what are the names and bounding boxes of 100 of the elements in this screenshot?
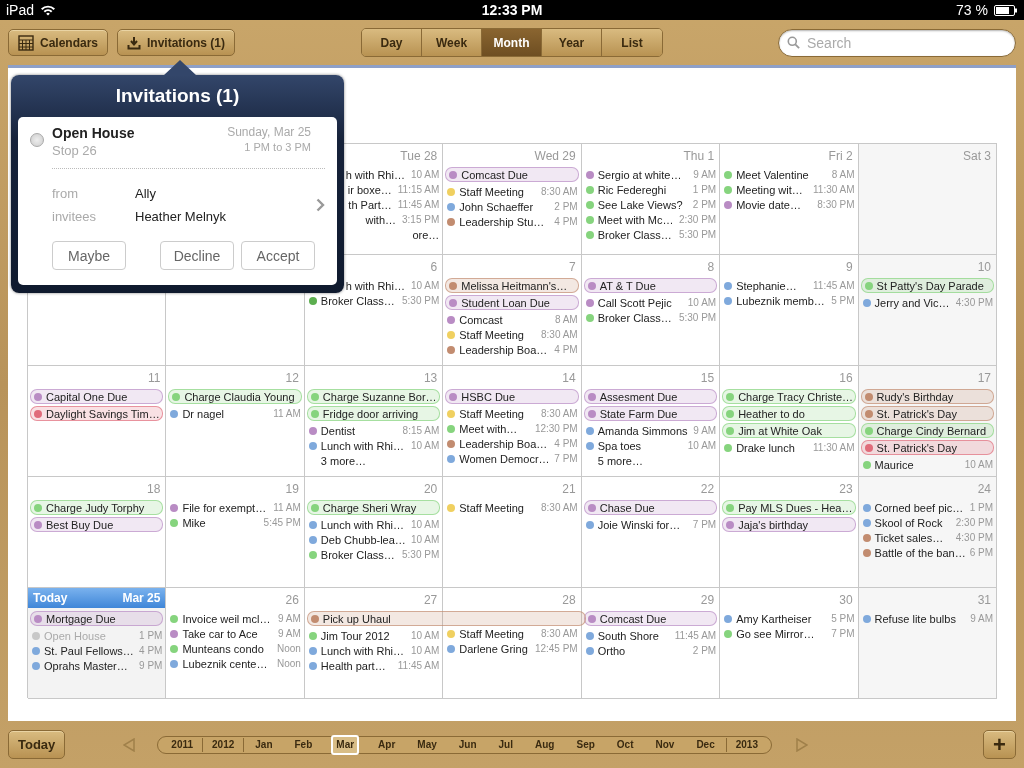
all-day-event[interactable]: Jaja's birthday: [722, 517, 856, 532]
invitation-card[interactable]: Open House Stop 26 Sunday, Mar 25 1 PM to 3 PM from Ally invitees Heather Melnyk Maybe Decline Accept: [18, 117, 337, 285]
timeline-item[interactable]: May: [406, 737, 448, 752]
timeline-item[interactable]: Jul: [487, 737, 524, 752]
view-tab[interactable]: Month: [482, 29, 542, 56]
event-title[interactable]: Meet with Mc…: [597, 213, 677, 226]
event-title[interactable]: File for exempt…: [182, 501, 272, 514]
view-tab[interactable]: Day: [362, 29, 422, 56]
event-title[interactable]: Lunch with Rhi…: [320, 439, 409, 452]
event-title[interactable]: Broker Class…: [320, 294, 401, 307]
event-title[interactable]: Dr nagel: [182, 407, 272, 420]
response-button[interactable]: Maybe: [52, 241, 126, 270]
today-button[interactable]: Today: [8, 730, 66, 759]
all-day-event[interactable]: Melissa Heitmann's…: [445, 278, 579, 293]
all-day-event[interactable]: St. Patrick's Day: [860, 440, 994, 455]
event-title[interactable]: Lubeznik memb…: [736, 294, 830, 307]
event-title[interactable]: Ric Federeghi: [597, 183, 691, 196]
all-day-event[interactable]: Best Buy Due: [30, 517, 164, 532]
more-events-link[interactable]: 5 more…: [585, 454, 717, 467]
timeline-item[interactable]: Nov: [644, 737, 686, 752]
response-button[interactable]: Decline: [160, 241, 234, 270]
event-title[interactable]: Deb Chubb-lea…: [320, 533, 409, 546]
all-day-event[interactable]: Charge Sheri Wray: [306, 500, 441, 515]
event-title[interactable]: Joie Winski for…: [597, 518, 691, 531]
event-title[interactable]: Women Democr…: [459, 452, 553, 465]
timeline-item[interactable]: 2013: [725, 737, 767, 752]
event-title[interactable]: Spa toes: [597, 439, 686, 452]
all-day-event[interactable]: Heather to do: [722, 406, 856, 421]
event-title[interactable]: Ticket sales…: [874, 531, 954, 544]
all-day-event[interactable]: State Farm Due: [583, 406, 718, 421]
event-title[interactable]: Jim Tour 2012: [320, 629, 409, 642]
event-title[interactable]: Health part…: [320, 659, 396, 672]
all-day-event[interactable]: Fridge door arriving: [306, 406, 441, 421]
timeline-item[interactable]: Mar: [331, 734, 360, 755]
all-day-event[interactable]: Daylight Savings Tim…: [30, 406, 164, 421]
event-title[interactable]: Staff Meeting: [459, 328, 539, 341]
all-day-event[interactable]: Pick up Uhaul: [306, 611, 586, 626]
event-title[interactable]: Lunch with Rhi…: [320, 518, 409, 531]
all-day-event[interactable]: Comcast Due: [445, 167, 579, 182]
event-title[interactable]: Invoice weil mcl…: [182, 612, 277, 625]
event-title[interactable]: Corned beef pic…: [874, 501, 968, 514]
all-day-event[interactable]: Chase Due: [583, 500, 718, 515]
search-field[interactable]: Search: [778, 28, 1016, 57]
event-title[interactable]: Staff Meeting: [459, 627, 539, 640]
all-day-event[interactable]: HSBC Due: [445, 389, 579, 404]
timeline-item[interactable]: Feb: [283, 737, 324, 752]
event-title[interactable]: Ortho: [597, 644, 691, 657]
event-title[interactable]: John Schaeffer: [459, 200, 553, 213]
all-day-event[interactable]: St Patty's Day Parade: [860, 278, 994, 293]
event-title[interactable]: Dentist: [320, 424, 401, 437]
next-arrow-icon[interactable]: [796, 737, 808, 752]
chevron-right-icon[interactable]: [316, 198, 325, 212]
event-title[interactable]: Meeting wit…: [736, 183, 812, 196]
timeline-item[interactable]: Jan: [244, 737, 284, 752]
event-title[interactable]: Mike: [182, 516, 262, 529]
timeline-item[interactable]: Jun: [447, 737, 488, 752]
event-title[interactable]: Staff Meeting: [459, 185, 539, 198]
event-title[interactable]: Lubeznik cente…: [182, 657, 275, 670]
event-title[interactable]: Amy Kartheiser: [736, 612, 830, 625]
calendars-button[interactable]: Calendars: [8, 29, 109, 56]
event-title[interactable]: St. Paul Fellows…: [44, 644, 138, 657]
event-title[interactable]: Drake lunch: [736, 441, 812, 454]
more-events-link[interactable]: 3 more…: [308, 454, 440, 467]
event-title[interactable]: Meet with…: [459, 422, 533, 435]
timeline-item[interactable]: Sep: [565, 737, 606, 752]
event-title[interactable]: Staff Meeting: [459, 501, 539, 514]
event-title[interactable]: Refuse lite bulbs: [874, 612, 969, 625]
event-title[interactable]: Battle of the ban…: [874, 546, 968, 559]
all-day-event[interactable]: Assesment Due: [583, 389, 718, 404]
all-day-event[interactable]: Charge Claudia Young: [168, 389, 302, 404]
view-tab[interactable]: Week: [422, 29, 482, 56]
timeline-item[interactable]: Apr: [367, 737, 407, 752]
event-title[interactable]: Darlene Gring: [459, 642, 533, 655]
event-title[interactable]: Movie date…: [736, 198, 816, 211]
timeline-item[interactable]: Aug: [524, 737, 566, 752]
all-day-event[interactable]: Pay MLS Dues - Hea…: [722, 500, 856, 515]
event-title[interactable]: h with Rhi…: [345, 168, 405, 181]
event-title[interactable]: with…: [365, 213, 397, 226]
previous-arrow-icon[interactable]: [123, 737, 136, 752]
event-title[interactable]: Comcast: [459, 313, 553, 326]
response-circle-icon[interactable]: [30, 133, 44, 147]
event-title[interactable]: h with Rhi…: [345, 279, 405, 292]
event-title[interactable]: South Shore: [597, 629, 673, 642]
event-title[interactable]: See Lake Views?: [597, 198, 691, 211]
invitations-button[interactable]: Invitations (1): [117, 29, 236, 56]
timeline-item[interactable]: 2012: [203, 737, 245, 752]
timeline-item[interactable]: Oct: [605, 737, 645, 752]
all-day-event[interactable]: Charge Suzanne Bor…: [306, 389, 441, 404]
event-title[interactable]: Broker Class…: [320, 548, 401, 561]
view-tab[interactable]: Year: [542, 29, 602, 56]
event-title[interactable]: ir boxe…: [347, 183, 392, 196]
event-title[interactable]: Meet Valentine: [736, 168, 830, 181]
response-button[interactable]: Accept: [241, 241, 315, 270]
timeline-item[interactable]: 2011: [162, 737, 204, 752]
event-title[interactable]: Maurice: [874, 458, 963, 471]
timeline-item[interactable]: Dec: [685, 737, 726, 752]
event-title[interactable]: Jerry and Vic…: [874, 296, 954, 309]
all-day-event[interactable]: Charge Tracy Christe…: [722, 389, 856, 404]
event-title[interactable]: Go see Mirror…: [736, 627, 830, 640]
event-title[interactable]: Leadership Boa…: [459, 343, 553, 356]
